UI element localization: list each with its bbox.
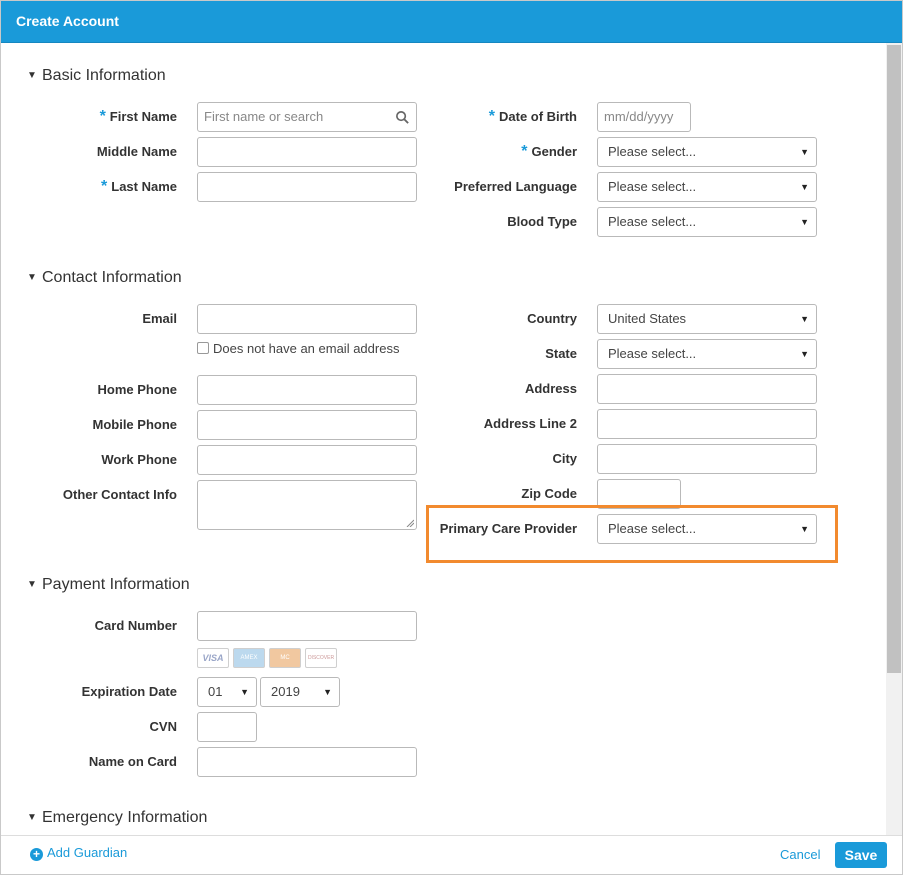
- last-name-input[interactable]: [197, 172, 417, 202]
- section-contact-info[interactable]: ▼ Contact Information: [27, 269, 182, 287]
- country-select[interactable]: United States ▼: [597, 304, 817, 334]
- pcp-label: Primary Care Provider: [439, 521, 577, 536]
- first-name-placeholder: First name or search: [204, 109, 324, 124]
- city-input[interactable]: [597, 444, 817, 474]
- language-label: Preferred Language: [454, 179, 577, 194]
- dropdown-arrow-icon: ▼: [800, 147, 809, 157]
- discover-icon: DISCOVER: [305, 648, 337, 668]
- dropdown-arrow-icon: ▼: [800, 314, 809, 324]
- pcp-select[interactable]: Please select... ▼: [597, 514, 817, 544]
- required-asterisk-icon: *: [488, 108, 495, 125]
- other-contact-label: Other Contact Info: [62, 487, 177, 502]
- address-input[interactable]: [597, 374, 817, 404]
- add-guardian-link[interactable]: + Add Guardian: [30, 845, 127, 861]
- blood-type-select[interactable]: Please select... ▼: [597, 207, 817, 237]
- section-payment-title: Payment Information: [42, 576, 190, 593]
- dropdown-arrow-icon: ▼: [800, 217, 809, 227]
- required-asterisk-icon: *: [101, 178, 108, 195]
- zip-label: Zip Code: [521, 486, 577, 501]
- collapse-triangle-icon: ▼: [27, 70, 37, 81]
- address2-label: Address Line 2: [483, 416, 577, 431]
- first-name-label: * First Name: [99, 108, 177, 125]
- gender-label: * Gender: [521, 143, 577, 160]
- collapse-triangle-icon: ▼: [27, 812, 37, 823]
- other-contact-textarea[interactable]: [197, 480, 417, 530]
- name-on-card-input[interactable]: [197, 747, 417, 777]
- exp-year-select[interactable]: 2019 ▼: [260, 677, 340, 707]
- expiration-label: Expiration Date: [81, 684, 177, 699]
- dropdown-arrow-icon: ▼: [800, 524, 809, 534]
- section-basic-title: Basic Information: [42, 67, 166, 84]
- dropdown-arrow-icon: ▼: [800, 349, 809, 359]
- card-number-input[interactable]: [197, 611, 417, 641]
- work-phone-input[interactable]: [197, 445, 417, 475]
- section-contact-title: Contact Information: [42, 269, 182, 286]
- dialog-footer: + Add Guardian Cancel Save: [1, 835, 902, 874]
- dropdown-arrow-icon: ▼: [323, 687, 332, 697]
- dialog-titlebar: Create Account: [1, 1, 902, 43]
- cvn-input[interactable]: [197, 712, 257, 742]
- section-emergency-info[interactable]: ▼ Emergency Information: [27, 809, 207, 827]
- dob-label: * Date of Birth: [488, 108, 577, 125]
- save-button[interactable]: Save: [835, 842, 887, 868]
- blood-type-label: Blood Type: [507, 214, 577, 229]
- collapse-triangle-icon: ▼: [27, 579, 37, 590]
- dob-input[interactable]: mm/dd/yyyy: [597, 102, 691, 132]
- state-select[interactable]: Please select... ▼: [597, 339, 817, 369]
- scrollbar-thumb[interactable]: [887, 45, 901, 673]
- email-label: Email: [142, 311, 177, 326]
- card-logos: VISA AMEX MC DISCOVER: [197, 648, 341, 668]
- required-asterisk-icon: *: [99, 108, 106, 125]
- create-account-dialog: Create Account ▼ Basic Information * First…: [0, 0, 903, 875]
- section-basic-info[interactable]: ▼ Basic Information: [27, 67, 166, 85]
- language-select[interactable]: Please select... ▼: [597, 172, 817, 202]
- plus-circle-icon: +: [30, 848, 43, 861]
- visa-icon: VISA: [197, 648, 229, 668]
- card-number-label: Card Number: [94, 618, 177, 633]
- state-label: State: [545, 346, 577, 361]
- no-email-label: Does not have an email address: [213, 341, 400, 356]
- collapse-triangle-icon: ▼: [27, 272, 37, 283]
- home-phone-label: Home Phone: [97, 382, 177, 397]
- mobile-phone-input[interactable]: [197, 410, 417, 440]
- section-emergency-title: Emergency Information: [42, 809, 208, 826]
- required-asterisk-icon: *: [521, 143, 528, 160]
- mastercard-icon: MC: [269, 648, 301, 668]
- work-phone-label: Work Phone: [101, 452, 177, 467]
- city-label: City: [552, 451, 577, 466]
- country-label: Country: [527, 311, 577, 326]
- section-payment-info[interactable]: ▼ Payment Information: [27, 576, 190, 594]
- exp-month-select[interactable]: 01 ▼: [197, 677, 257, 707]
- amex-icon: AMEX: [233, 648, 265, 668]
- address-label: Address: [524, 381, 577, 396]
- dialog-title: Create Account: [16, 13, 119, 29]
- last-name-label: * Last Name: [101, 178, 177, 195]
- mobile-phone-label: Mobile Phone: [92, 417, 178, 432]
- dob-placeholder: mm/dd/yyyy: [604, 109, 674, 124]
- email-input[interactable]: [197, 304, 417, 334]
- gender-select[interactable]: Please select... ▼: [597, 137, 817, 167]
- first-name-input[interactable]: First name or search: [197, 102, 417, 132]
- no-email-checkbox[interactable]: [197, 342, 209, 354]
- dropdown-arrow-icon: ▼: [240, 687, 249, 697]
- no-email-row[interactable]: Does not have an email address: [197, 341, 399, 356]
- dropdown-arrow-icon: ▼: [800, 182, 809, 192]
- home-phone-input[interactable]: [197, 375, 417, 405]
- address2-input[interactable]: [597, 409, 817, 439]
- name-on-card-label: Name on Card: [88, 754, 177, 769]
- middle-name-input[interactable]: [197, 137, 417, 167]
- cancel-button[interactable]: Cancel: [780, 847, 820, 862]
- cvn-label: CVN: [149, 719, 177, 734]
- middle-name-label: Middle Name: [96, 144, 177, 159]
